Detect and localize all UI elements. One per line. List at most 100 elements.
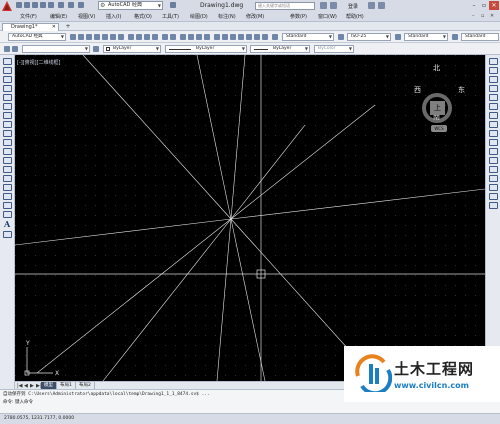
menu-parametric[interactable]: 参数(P) [290, 13, 307, 20]
doc-close-button[interactable]: ✕ [490, 13, 494, 19]
workspace-settings-icon[interactable] [70, 34, 76, 40]
wcs-menu-button[interactable]: WCS [431, 125, 447, 132]
menu-draw[interactable]: 绘图(D) [190, 13, 208, 20]
properties-icon[interactable] [214, 34, 220, 40]
markup-icon[interactable] [246, 34, 252, 40]
drawing-canvas[interactable]: Y X [-][俯视][二维线框] 北 西 东 南 上 WCS [15, 55, 485, 381]
break-tool-icon[interactable] [489, 166, 498, 173]
offset-tool-icon[interactable] [489, 85, 498, 92]
linetype-dropdown[interactable]: ByLayer ▼ [165, 45, 247, 53]
redo-icon[interactable] [170, 34, 176, 40]
make-block-tool-icon[interactable] [3, 166, 12, 173]
multiline-text-tool-icon[interactable]: A [4, 219, 10, 229]
polyline-tool-icon[interactable] [3, 76, 12, 83]
cursor-coordinates[interactable]: 2780.0575, 1231.7177, 0.0000 [4, 416, 74, 421]
add-selected-tool-icon[interactable] [3, 231, 12, 238]
dim-style-dropdown[interactable]: ISO-25 ▼ [347, 33, 391, 41]
workspace-switcher[interactable]: ⚙ AutoCAD 经典 ▼ [98, 1, 163, 10]
revision-cloud-tool-icon[interactable] [3, 121, 12, 128]
doc-restore-button[interactable]: ▫ [481, 13, 484, 19]
workspace-dropdown[interactable]: AutoCAD 经典 ▼ [8, 33, 66, 41]
command-input[interactable]: 命令: 键入命令 [3, 399, 33, 405]
close-button[interactable]: ✕ [489, 1, 499, 10]
array-tool-icon[interactable] [489, 94, 498, 101]
circle-tool-icon[interactable] [3, 112, 12, 119]
menu-dimension[interactable]: 标注(N) [218, 13, 236, 20]
menu-modify[interactable]: 修改(M) [246, 13, 264, 20]
share-icon[interactable] [170, 2, 176, 8]
multileader-style-dropdown[interactable]: Standard [461, 33, 499, 41]
make-current-layer-icon[interactable] [93, 46, 99, 52]
doc-minimize-button[interactable]: – [472, 13, 475, 19]
quickcalc-icon[interactable] [254, 34, 260, 40]
open-icon[interactable] [86, 34, 92, 40]
quick-access-dropdown-icon[interactable] [78, 2, 84, 8]
break-at-point-tool-icon[interactable] [489, 157, 498, 164]
close-icon[interactable]: ✕ [52, 24, 56, 30]
explode-tool-icon[interactable] [489, 202, 498, 209]
minimize-button[interactable]: – [469, 1, 479, 10]
scale-tool-icon[interactable] [489, 121, 498, 128]
menu-insert[interactable]: 插入(I) [106, 13, 121, 20]
stretch-tool-icon[interactable] [489, 130, 498, 137]
tool-palettes-icon[interactable] [230, 34, 236, 40]
mirror-tool-icon[interactable] [489, 76, 498, 83]
zoom-window-icon[interactable] [196, 34, 202, 40]
erase-tool-icon[interactable] [489, 58, 498, 65]
spline-tool-icon[interactable] [3, 130, 12, 137]
extend-tool-icon[interactable] [489, 148, 498, 155]
maximize-button[interactable]: ▫ [479, 1, 489, 10]
rotate-tool-icon[interactable] [489, 112, 498, 119]
menu-format[interactable]: 格式(O) [134, 13, 152, 20]
region-tool-icon[interactable] [3, 202, 12, 209]
viewcube-top-face[interactable]: 上 [430, 101, 445, 115]
save-icon[interactable] [94, 34, 100, 40]
autocad-logo-icon[interactable] [2, 1, 12, 11]
zoom-previous-icon[interactable] [204, 34, 210, 40]
lineweight-dropdown[interactable]: ByLayer ▼ [250, 45, 310, 53]
join-tool-icon[interactable] [489, 175, 498, 182]
color-dropdown[interactable]: ByLayer ▼ [103, 45, 161, 53]
rectangle-tool-icon[interactable] [3, 94, 12, 101]
ellipse-arc-tool-icon[interactable] [3, 148, 12, 155]
user-icon[interactable] [330, 2, 337, 9]
publish-icon[interactable] [118, 34, 124, 40]
search-icon[interactable] [320, 2, 327, 9]
print-icon[interactable] [48, 2, 54, 8]
plot-preview-icon[interactable] [110, 34, 116, 40]
table-tool-icon[interactable] [3, 211, 12, 218]
open-file-icon[interactable] [24, 2, 30, 8]
compass-west-label[interactable]: 西 [414, 85, 421, 95]
chamfer-tool-icon[interactable] [489, 184, 498, 191]
save-icon[interactable] [32, 2, 38, 8]
gradient-tool-icon[interactable] [3, 193, 12, 200]
polygon-tool-icon[interactable] [3, 85, 12, 92]
construction-line-tool-icon[interactable] [3, 67, 12, 74]
table-style-dropdown[interactable]: Standard ▼ [404, 33, 448, 41]
menu-help[interactable]: 帮助(H) [346, 13, 364, 20]
move-tool-icon[interactable] [489, 103, 498, 110]
point-tool-icon[interactable] [3, 175, 12, 182]
text-style-dropdown[interactable]: Standard ▼ [282, 33, 334, 41]
cut-icon[interactable] [128, 34, 134, 40]
layer-state-icon[interactable] [12, 46, 18, 52]
copy-tool-icon[interactable] [489, 67, 498, 74]
menu-tools[interactable]: 工具(T) [162, 13, 179, 20]
menu-view[interactable]: 视图(V) [78, 13, 95, 20]
ellipse-tool-icon[interactable] [3, 139, 12, 146]
insert-block-tool-icon[interactable] [3, 157, 12, 164]
viewport-controls-label[interactable]: [-][俯视][二维线框] [17, 59, 61, 66]
help-icon[interactable] [378, 2, 385, 9]
menu-file[interactable]: 文件(F) [20, 13, 37, 20]
search-input[interactable]: 键入关键字或短语 [255, 2, 315, 10]
layer-properties-icon[interactable] [4, 46, 10, 52]
hatch-tool-icon[interactable] [3, 184, 12, 191]
line-tool-icon[interactable] [3, 58, 12, 65]
exchange-icon[interactable] [368, 2, 375, 9]
design-center-icon[interactable] [222, 34, 228, 40]
redo-icon[interactable] [68, 2, 74, 8]
compass-north-label[interactable]: 北 [433, 63, 440, 73]
copy-icon[interactable] [136, 34, 142, 40]
match-properties-icon[interactable] [152, 34, 158, 40]
new-tab-button[interactable]: + [64, 23, 72, 30]
